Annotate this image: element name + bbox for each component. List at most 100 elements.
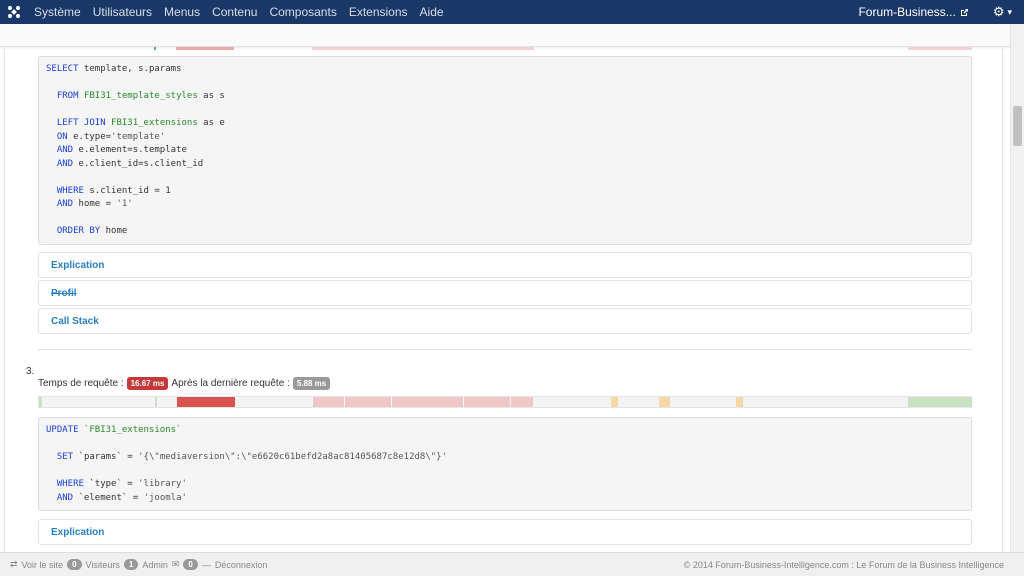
- query-time-badge: 16.67 ms: [126, 377, 169, 390]
- sql-query-box: UPDATE `FBI31_extensions` SET `params` =…: [38, 417, 972, 511]
- sql-line: [46, 438, 964, 452]
- visitors-count: 0: [67, 559, 82, 570]
- timeline-segment: [464, 397, 510, 407]
- site-link[interactable]: Forum-Business...: [858, 5, 974, 19]
- sql-token: UPDATE: [46, 425, 79, 435]
- messages-icon: ✉: [171, 559, 180, 569]
- visitors-label: Visiteurs: [85, 559, 120, 570]
- sql-line: [46, 212, 964, 226]
- menu-aide[interactable]: Aide: [414, 0, 450, 24]
- main-menu: Système Utilisateurs Menus Contenu Compo…: [28, 0, 450, 24]
- timeline-segment: [177, 397, 235, 407]
- menu-contenu[interactable]: Contenu: [206, 0, 263, 24]
- sql-line: AND `element` = 'joomla': [46, 492, 964, 506]
- sql-token: home =: [73, 199, 117, 209]
- gear-icon: ⚙: [992, 4, 1005, 19]
- sql-token: SELECT: [46, 64, 79, 74]
- toolbar-strip: [0, 24, 1010, 47]
- sql-line: SELECT template, s.params: [46, 63, 964, 77]
- chevron-down-icon: ▾: [1007, 6, 1012, 17]
- query-time-label: Temps de requête :: [38, 378, 124, 389]
- accordion-label: Profil: [51, 288, 77, 299]
- sql-token: FROM: [56, 91, 79, 101]
- sql-token: AND: [56, 492, 74, 503]
- sql-line: ON e.type='template': [46, 131, 964, 145]
- call-stack-accordion[interactable]: Call Stack: [38, 308, 972, 334]
- menu-composants[interactable]: Composants: [263, 0, 342, 24]
- view-site-icon: ⇄: [10, 559, 18, 569]
- query-number: 3.: [26, 366, 35, 377]
- view-site-link[interactable]: Voir le site: [22, 560, 64, 570]
- sql-token: `params` =: [73, 452, 139, 462]
- joomla-logo-icon[interactable]: [0, 0, 28, 24]
- after-last-badge: 5.88 ms: [292, 377, 331, 390]
- menu-utilisateurs[interactable]: Utilisateurs: [87, 0, 158, 24]
- after-last-label: Après la dernière requête :: [171, 378, 290, 389]
- query-timing: Temps de requête : 16.67 ms Après la der…: [38, 377, 331, 390]
- sql-line: AND e.element=s.template: [46, 144, 964, 158]
- site-title: Forum-Business...: [858, 5, 956, 19]
- sql-token: AND: [56, 199, 74, 209]
- sql-token: WHERE: [56, 479, 84, 489]
- sql-token: `type` =: [83, 479, 139, 489]
- accordion-label: Explication: [51, 527, 105, 538]
- sql-token: e.client_id=s.client_id: [73, 158, 204, 169]
- sql-token: as e: [197, 118, 225, 128]
- sql-token: home: [100, 226, 128, 236]
- sql-line: WHERE s.client_id = 1: [46, 185, 964, 199]
- menu-menus[interactable]: Menus: [158, 0, 206, 24]
- sql-line: ORDER BY home: [46, 225, 964, 239]
- sql-token: WHERE: [56, 185, 84, 196]
- sql-token: '{\"mediaversion\":\"e6620c61befd2a8ac81…: [138, 452, 447, 462]
- profile-accordion[interactable]: Profil: [38, 280, 972, 306]
- settings-menu[interactable]: ⚙ ▾: [975, 4, 1024, 20]
- sql-token: FBI31_template_styles: [83, 91, 198, 101]
- sql-line: AND home = '1': [46, 198, 964, 212]
- sql-query-box: SELECT template, s.params FROM FBI31_tem…: [38, 56, 972, 245]
- vertical-scrollbar[interactable]: [1010, 24, 1024, 552]
- sql-line: [46, 104, 964, 118]
- sql-token: e.type=: [67, 131, 112, 142]
- sql-line: UPDATE `FBI31_extensions`: [46, 424, 964, 438]
- sql-token: '1': [116, 199, 133, 209]
- sql-line: [46, 77, 964, 91]
- minus-icon: —: [201, 559, 211, 570]
- sql-token: ORDER BY: [56, 226, 101, 236]
- admin-count: 1: [123, 559, 139, 570]
- menu-extensions[interactable]: Extensions: [343, 0, 414, 24]
- explain-accordion[interactable]: Explication: [38, 519, 972, 545]
- query-timeline-previous: [38, 47, 972, 50]
- messages-count: 0: [183, 559, 198, 570]
- timeline-segment: [736, 397, 743, 407]
- query-timeline: [38, 396, 972, 408]
- accordion-label: Call Stack: [51, 316, 99, 327]
- timeline-segment: [345, 397, 391, 407]
- timeline-segment: [312, 47, 534, 50]
- explain-accordion[interactable]: Explication: [38, 252, 972, 278]
- query-divider: [38, 349, 972, 350]
- sql-token: as s: [197, 91, 225, 101]
- timeline-segment: [154, 47, 156, 50]
- sql-line: LEFT JOIN FBI31_extensions as e: [46, 117, 964, 131]
- timeline-segment: [659, 397, 670, 407]
- admin-label: Admin: [142, 559, 168, 570]
- sql-line: [46, 171, 964, 185]
- timeline-segment: [39, 397, 42, 407]
- sql-line: [46, 465, 964, 479]
- menu-systeme[interactable]: Système: [28, 0, 87, 24]
- copyright-text: © 2014 Forum-Business-Intelligence.com :…: [683, 559, 1004, 570]
- logout-link[interactable]: Déconnexion: [215, 560, 268, 570]
- timeline-segment: [392, 397, 463, 407]
- sql-token: 'template': [111, 131, 166, 142]
- sql-token: e.element=s.template: [73, 145, 187, 155]
- scrollbar-thumb[interactable]: [1013, 106, 1022, 146]
- sql-line: SET `params` = '{\"mediaversion\":\"e662…: [46, 451, 964, 465]
- debug-query-list: SELECT template, s.params FROM FBI31_tem…: [0, 47, 1010, 552]
- timeline-segment: [511, 397, 533, 407]
- sql-token: `element` =: [73, 492, 144, 503]
